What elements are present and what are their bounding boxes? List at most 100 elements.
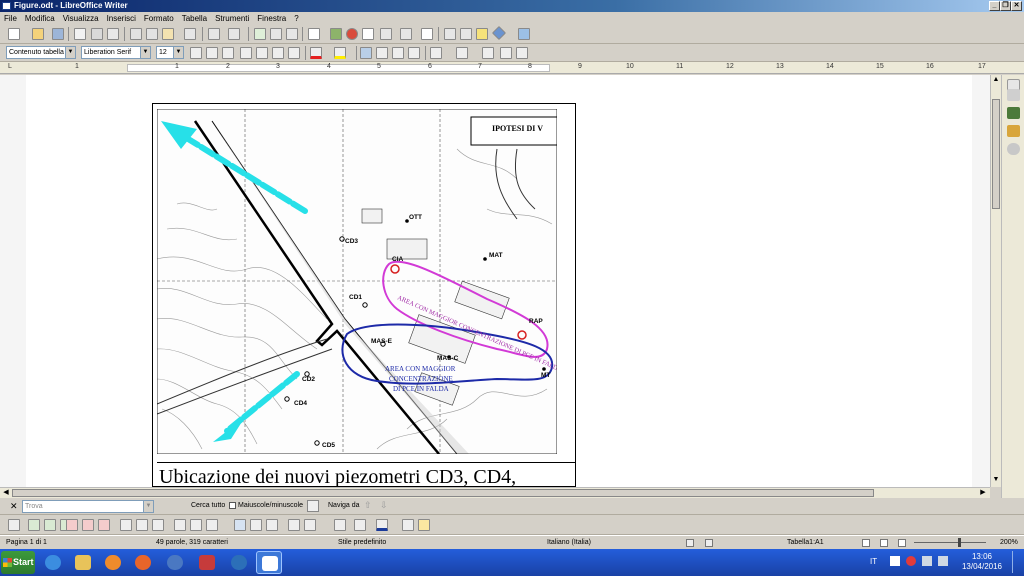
paragraph-style-select[interactable]: Contenuto tabella ▼ bbox=[6, 46, 76, 59]
maximize-button[interactable]: ❐ bbox=[1000, 1, 1011, 11]
highlight-color-icon[interactable] bbox=[334, 47, 346, 59]
delete-table-icon[interactable] bbox=[98, 519, 110, 531]
menu-finestra[interactable]: Finestra bbox=[257, 14, 286, 23]
find-previous-icon[interactable]: ⇧ bbox=[364, 500, 372, 511]
cut-icon[interactable] bbox=[130, 28, 142, 40]
delete-column-icon[interactable] bbox=[82, 519, 94, 531]
taskbar-firefox[interactable] bbox=[130, 551, 156, 574]
clone-formatting-icon[interactable] bbox=[184, 28, 196, 40]
outline-list-icon[interactable] bbox=[482, 47, 494, 59]
book-view-icon[interactable] bbox=[898, 539, 906, 547]
insert-footnote-icon[interactable] bbox=[460, 28, 472, 40]
find-replace-icon[interactable] bbox=[307, 500, 319, 512]
scroll-up-icon[interactable]: ▲ bbox=[991, 75, 1001, 85]
find-all-button[interactable]: Cerca tutto bbox=[191, 502, 225, 509]
table-cell-a1[interactable]: IPOTESI DI V AREA CON MAGGIOR CONCENTRAZ… bbox=[152, 103, 576, 487]
undo-icon[interactable] bbox=[208, 28, 220, 40]
page-count[interactable]: Pagina 1 di 1 bbox=[6, 536, 47, 550]
taskbar-media[interactable] bbox=[100, 551, 126, 574]
subscript-icon[interactable] bbox=[272, 47, 284, 59]
menu-tabella[interactable]: Tabella bbox=[182, 14, 207, 23]
border-color-icon[interactable] bbox=[376, 519, 388, 531]
numbered-list-icon[interactable] bbox=[456, 47, 468, 59]
menu-file[interactable]: File bbox=[4, 14, 17, 23]
network-icon[interactable] bbox=[922, 556, 932, 566]
border-style-icon[interactable] bbox=[334, 519, 346, 531]
insert-page-break-icon[interactable] bbox=[380, 28, 392, 40]
menu-formato[interactable]: Formato bbox=[144, 14, 174, 23]
number-format-icon[interactable] bbox=[288, 519, 300, 531]
horizontal-scroll-thumb[interactable] bbox=[12, 489, 874, 497]
menu-modifica[interactable]: Modifica bbox=[25, 14, 55, 23]
copy-icon[interactable] bbox=[146, 28, 158, 40]
sum-icon[interactable] bbox=[402, 519, 414, 531]
single-page-view-icon[interactable] bbox=[862, 539, 870, 547]
insert-hyperlink-icon[interactable] bbox=[444, 28, 456, 40]
insert-table-icon[interactable] bbox=[308, 28, 320, 40]
menu-visualizza[interactable]: Visualizza bbox=[63, 14, 99, 23]
menu-inserisci[interactable]: Inserisci bbox=[107, 14, 136, 23]
find-next-icon[interactable]: ⇩ bbox=[380, 500, 388, 511]
underline-icon[interactable] bbox=[222, 47, 234, 59]
start-button[interactable]: Start bbox=[1, 551, 35, 574]
align-left-icon[interactable] bbox=[360, 47, 372, 59]
scroll-right-icon[interactable]: ▶ bbox=[978, 488, 988, 498]
table-properties-icon[interactable] bbox=[206, 519, 218, 531]
align-middle-icon[interactable] bbox=[250, 519, 262, 531]
document-area[interactable]: IPOTESI DI V AREA CON MAGGIOR CONCENTRAZ… bbox=[0, 75, 990, 487]
font-size-select[interactable]: 12 ▼ bbox=[156, 46, 184, 59]
strikethrough-icon[interactable] bbox=[240, 47, 252, 59]
document-page[interactable]: IPOTESI DI V AREA CON MAGGIOR CONCENTRAZ… bbox=[26, 75, 972, 487]
bold-icon[interactable] bbox=[190, 47, 202, 59]
cell-background-icon[interactable] bbox=[304, 519, 316, 531]
table-menu-icon[interactable] bbox=[8, 519, 20, 531]
show-desktop-button[interactable] bbox=[1012, 551, 1020, 573]
tray-pdf-icon[interactable] bbox=[906, 556, 916, 566]
tab-stop-icon[interactable]: L bbox=[8, 63, 12, 70]
insert-mode-icon[interactable] bbox=[686, 539, 694, 547]
multi-page-view-icon[interactable] bbox=[880, 539, 888, 547]
find-replace-icon[interactable] bbox=[270, 28, 282, 40]
special-character-icon[interactable] bbox=[421, 28, 433, 40]
increase-indent-icon[interactable] bbox=[500, 47, 512, 59]
word-count[interactable]: 49 parole, 319 caratteri bbox=[156, 536, 228, 550]
basic-shapes-icon[interactable] bbox=[491, 25, 507, 41]
borders-icon[interactable] bbox=[190, 519, 202, 531]
close-findbar-icon[interactable]: ✕ bbox=[10, 501, 18, 512]
selection-mode-icon[interactable] bbox=[705, 539, 713, 547]
align-top-icon[interactable] bbox=[234, 519, 246, 531]
properties-icon[interactable] bbox=[1007, 89, 1020, 101]
redo-icon[interactable] bbox=[228, 28, 240, 40]
zoom-level[interactable]: 200% bbox=[1000, 536, 1018, 550]
superscript-icon[interactable] bbox=[256, 47, 268, 59]
taskbar-earth[interactable] bbox=[226, 551, 252, 574]
merge-cells-icon[interactable] bbox=[120, 519, 132, 531]
taskbar-writer[interactable] bbox=[256, 551, 282, 574]
close-button[interactable]: ✕ bbox=[1011, 1, 1022, 11]
vertical-scroll-thumb[interactable] bbox=[992, 99, 1000, 209]
font-name-select[interactable]: Liberation Serif ▼ bbox=[81, 46, 151, 59]
optimize-size-icon[interactable] bbox=[174, 519, 186, 531]
draw-functions-icon[interactable] bbox=[518, 28, 530, 40]
insert-field-icon[interactable] bbox=[400, 28, 412, 40]
print-preview-icon[interactable] bbox=[107, 28, 119, 40]
insert-image-icon[interactable] bbox=[330, 28, 342, 40]
insert-caption-icon[interactable] bbox=[418, 519, 430, 531]
export-pdf-icon[interactable] bbox=[74, 28, 86, 40]
insert-chart-icon[interactable] bbox=[346, 28, 358, 40]
find-input[interactable]: Trova ▼ bbox=[22, 500, 154, 513]
print-icon[interactable] bbox=[91, 28, 103, 40]
insert-comment-icon[interactable] bbox=[476, 28, 488, 40]
styles-icon[interactable] bbox=[1007, 107, 1020, 119]
insert-row-above-icon[interactable] bbox=[28, 519, 40, 531]
language-status[interactable]: Italiano (Italia) bbox=[547, 536, 591, 550]
bullet-list-icon[interactable] bbox=[430, 47, 442, 59]
scroll-down-icon[interactable]: ▼ bbox=[991, 475, 1001, 485]
horizontal-scrollbar[interactable]: ◀ ▶ bbox=[0, 487, 990, 498]
page-style[interactable]: Stile predefinito bbox=[338, 536, 386, 550]
border-lines-icon[interactable] bbox=[354, 519, 366, 531]
formatting-marks-icon[interactable] bbox=[286, 28, 298, 40]
delete-row-icon[interactable] bbox=[66, 519, 78, 531]
paste-icon[interactable] bbox=[162, 28, 174, 40]
input-language[interactable]: IT bbox=[870, 557, 877, 566]
